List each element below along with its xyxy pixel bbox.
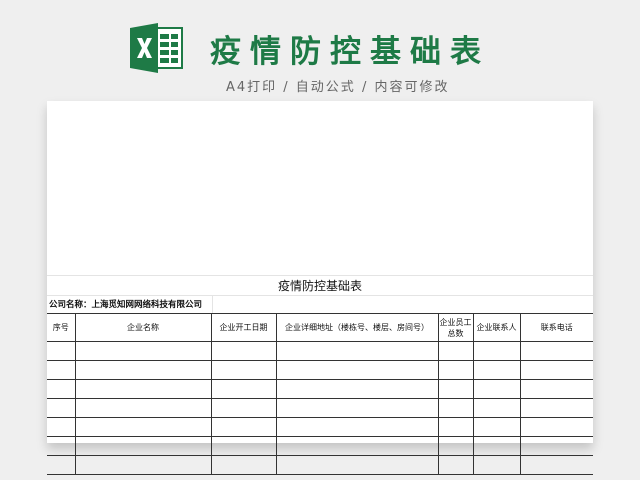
table-cell[interactable] bbox=[74, 455, 212, 475]
col-header-staff-total: 企业员工总数 bbox=[437, 313, 474, 342]
table-cell[interactable] bbox=[210, 341, 277, 361]
table-cell[interactable] bbox=[437, 379, 474, 399]
table-cell[interactable] bbox=[519, 379, 593, 399]
table-cell[interactable] bbox=[74, 398, 212, 418]
table-row bbox=[47, 398, 593, 418]
table-cell[interactable] bbox=[472, 436, 521, 456]
table-cell[interactable] bbox=[472, 341, 521, 361]
table-cell[interactable] bbox=[47, 379, 76, 399]
table-cell[interactable] bbox=[47, 417, 76, 437]
table-cell[interactable] bbox=[210, 379, 277, 399]
table-cell[interactable] bbox=[74, 417, 212, 437]
table-cell[interactable] bbox=[47, 341, 76, 361]
table-row bbox=[47, 436, 593, 456]
page-subtitle: A4打印 / 自动公式 / 内容可修改 bbox=[226, 80, 450, 95]
cell-divider bbox=[212, 296, 213, 314]
table-cell[interactable] bbox=[472, 379, 521, 399]
table-cell[interactable] bbox=[437, 360, 474, 380]
table-cell[interactable] bbox=[472, 360, 521, 380]
table-cell[interactable] bbox=[472, 398, 521, 418]
table-cell[interactable] bbox=[472, 417, 521, 437]
table-cell[interactable] bbox=[74, 379, 212, 399]
table-cell[interactable] bbox=[74, 341, 212, 361]
table-cell[interactable] bbox=[275, 360, 439, 380]
table-cell[interactable] bbox=[210, 455, 277, 475]
table-cell[interactable] bbox=[210, 417, 277, 437]
table-cell[interactable] bbox=[437, 417, 474, 437]
table-cell[interactable] bbox=[74, 360, 212, 380]
table-cell[interactable] bbox=[275, 379, 439, 399]
table-cell[interactable] bbox=[519, 360, 593, 380]
col-header-address: 企业详细地址（楼栋号、楼层、房间号） bbox=[275, 313, 439, 342]
col-header-index: 序号 bbox=[47, 313, 76, 342]
col-header-contact: 企业联系人 bbox=[472, 313, 521, 342]
table-cell[interactable] bbox=[275, 455, 439, 475]
table-cell[interactable] bbox=[47, 398, 76, 418]
table-cell[interactable] bbox=[275, 436, 439, 456]
table-cell[interactable] bbox=[47, 360, 76, 380]
company-row: 公司名称：上海觅知网网络科技有限公司 bbox=[47, 295, 593, 314]
table-row bbox=[47, 417, 593, 437]
company-label: 公司名称：上海觅知网网络科技有限公司 bbox=[49, 300, 203, 310]
table-cell[interactable] bbox=[47, 455, 76, 475]
table-cell[interactable] bbox=[437, 341, 474, 361]
page-title: 疫情防控基础表 bbox=[210, 34, 490, 70]
table-cell[interactable] bbox=[275, 341, 439, 361]
table-row bbox=[47, 360, 593, 380]
sheet-title: 疫情防控基础表 bbox=[47, 275, 593, 296]
col-header-start-date: 企业开工日期 bbox=[210, 313, 277, 342]
data-table: 序号 企业名称 企业开工日期 企业详细地址（楼栋号、楼层、房间号） 企业员工总数… bbox=[47, 313, 593, 475]
table-cell[interactable] bbox=[74, 436, 212, 456]
table-cell[interactable] bbox=[519, 417, 593, 437]
table-row bbox=[47, 379, 593, 399]
table-cell[interactable] bbox=[437, 436, 474, 456]
table-cell[interactable] bbox=[519, 341, 593, 361]
table-cell[interactable] bbox=[275, 417, 439, 437]
table-cell[interactable] bbox=[437, 398, 474, 418]
table-cell[interactable] bbox=[519, 455, 593, 475]
spreadsheet-preview: 疫情防控基础表 公司名称：上海觅知网网络科技有限公司 序号 企业名称 企业开工日… bbox=[47, 101, 593, 475]
page-header: 疫情防控基础表 A4打印 / 自动公式 / 内容可修改 bbox=[0, 0, 640, 100]
table-row bbox=[47, 341, 593, 361]
table-header-row: 序号 企业名称 企业开工日期 企业详细地址（楼栋号、楼层、房间号） 企业员工总数… bbox=[47, 313, 593, 342]
col-header-phone: 联系电话 bbox=[519, 313, 593, 342]
table-cell[interactable] bbox=[210, 436, 277, 456]
excel-icon bbox=[130, 23, 183, 73]
col-header-company-name: 企业名称 bbox=[74, 313, 212, 342]
table-cell[interactable] bbox=[210, 398, 277, 418]
table-cell[interactable] bbox=[519, 398, 593, 418]
table-cell[interactable] bbox=[519, 436, 593, 456]
table-row bbox=[47, 455, 593, 475]
table-cell[interactable] bbox=[275, 398, 439, 418]
table-cell[interactable] bbox=[47, 436, 76, 456]
table-cell[interactable] bbox=[472, 455, 521, 475]
table-cell[interactable] bbox=[210, 360, 277, 380]
table-cell[interactable] bbox=[437, 455, 474, 475]
